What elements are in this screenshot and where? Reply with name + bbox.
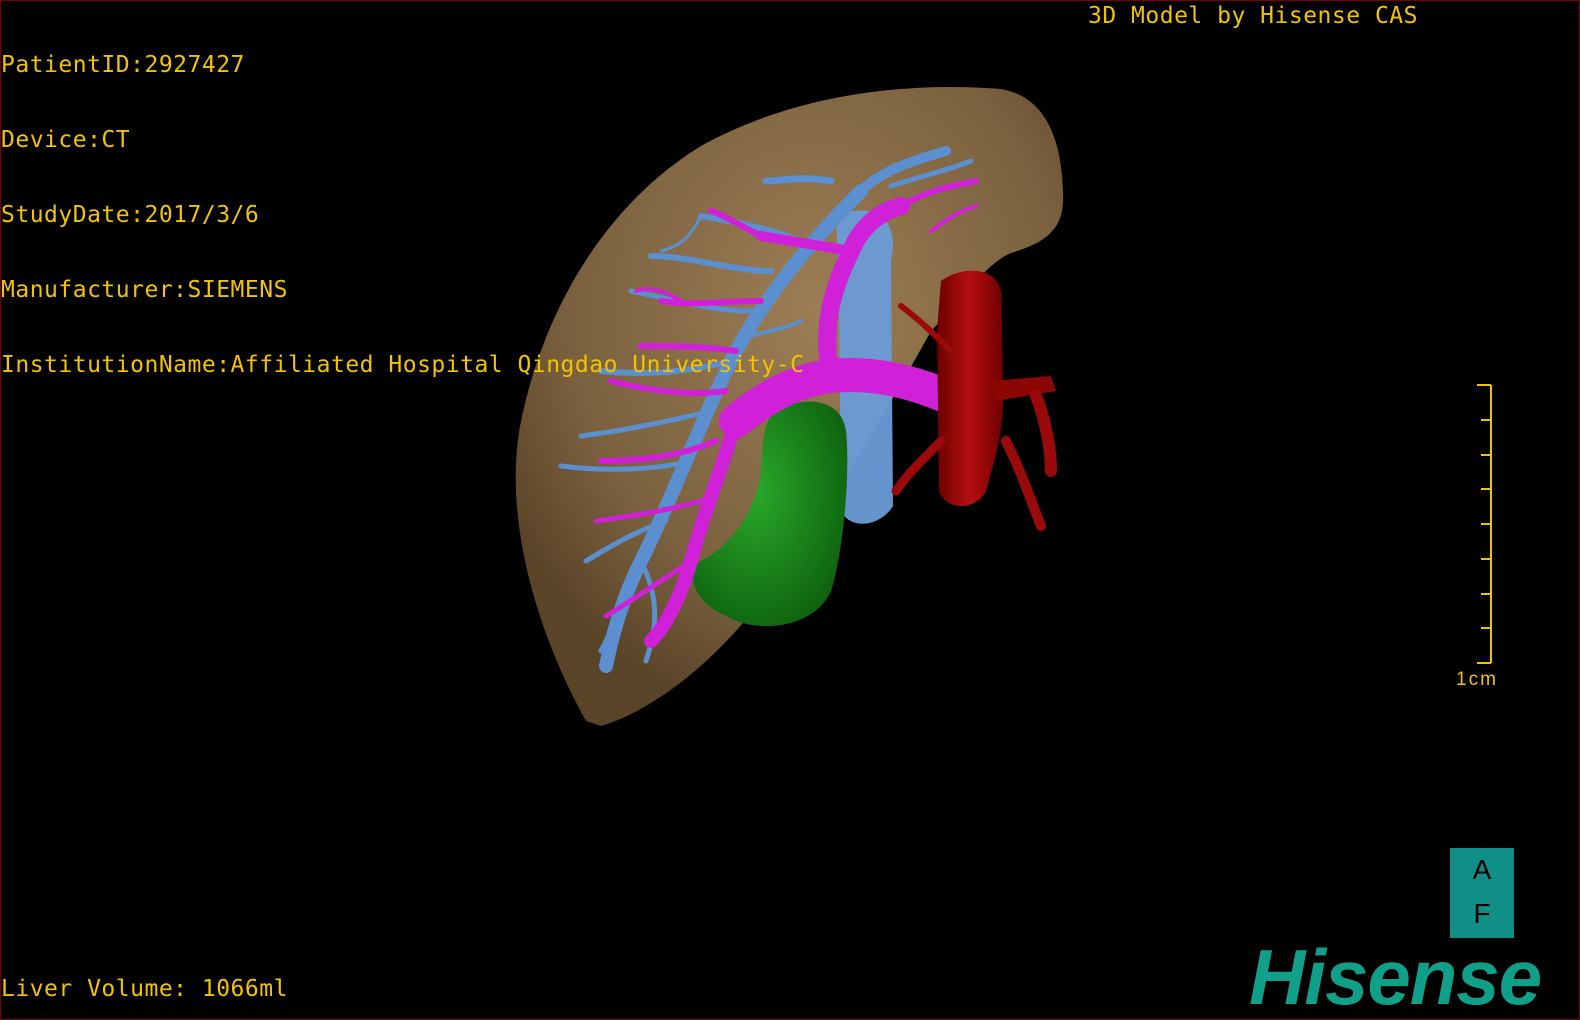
- orientation-foot-label: F: [1473, 898, 1491, 929]
- scale-bar-label: 1cm: [1456, 669, 1498, 690]
- model-brand-caption: 3D Model by Hisense CAS: [1088, 3, 1418, 29]
- orientation-cube[interactable]: A F: [1450, 848, 1514, 938]
- orientation-anterior-label: A: [1472, 854, 1492, 885]
- study-date-text: StudyDate:2017/3/6: [1, 202, 260, 228]
- hisense-logo: Hisense: [1249, 933, 1542, 1020]
- patient-id-text: PatientID:2927427: [1, 52, 245, 78]
- patient-info-block: PatientID:2927427 Device:CT StudyDate:20…: [1, 3, 804, 428]
- device-text: Device:CT: [1, 127, 131, 153]
- scale-bar: [1477, 384, 1492, 664]
- liver-volume-text: Liver Volume: 1066ml: [1, 976, 288, 1002]
- institution-text: InstitutionName:Affiliated Hospital Qing…: [1, 352, 805, 378]
- 3d-model-viewport[interactable]: PatientID:2927427 Device:CT StudyDate:20…: [0, 0, 1580, 1020]
- manufacturer-text: Manufacturer:SIEMENS: [1, 277, 288, 303]
